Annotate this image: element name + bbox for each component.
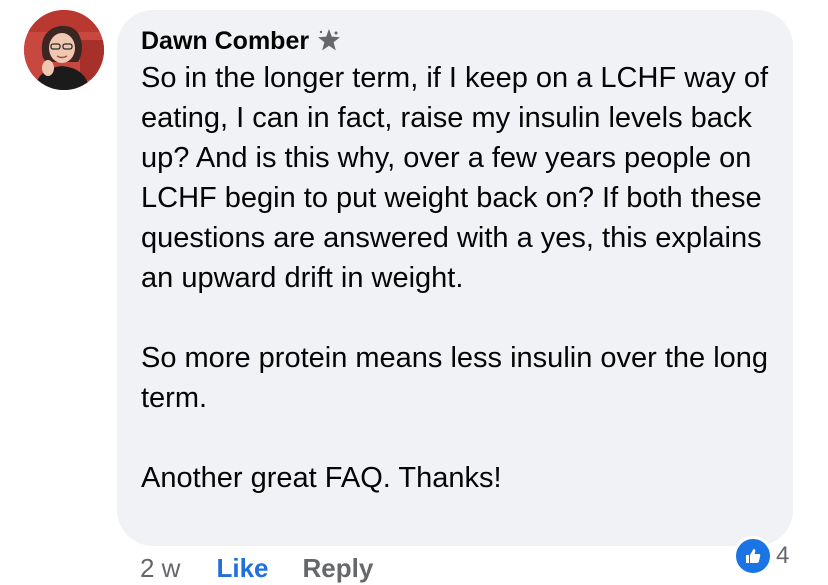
comment-bubble: Dawn Comber So in the longer term, if I …	[117, 10, 793, 546]
reply-button[interactable]: Reply	[303, 553, 374, 584]
like-button[interactable]: Like	[216, 553, 268, 584]
comment-actions: 2 w Like Reply	[140, 552, 373, 584]
avatar[interactable]	[24, 10, 104, 90]
comment-header: Dawn Comber	[141, 26, 342, 56]
reaction-summary[interactable]: 4	[733, 536, 790, 576]
author-name[interactable]: Dawn Comber	[141, 27, 309, 56]
comment-paragraph: Another great FAQ. Thanks!	[141, 462, 502, 494]
thumbs-up-icon	[733, 536, 773, 576]
reaction-count: 4	[776, 542, 790, 569]
comment-body: So in the longer term, if I keep on a LC…	[141, 58, 781, 498]
profile-photo-icon	[24, 10, 104, 90]
top-fan-star-icon[interactable]	[316, 28, 342, 54]
timestamp[interactable]: 2 w	[140, 553, 180, 584]
comment-paragraph: So more protein means less insulin over …	[141, 342, 769, 414]
comment-paragraph: So in the longer term, if I keep on a LC…	[141, 62, 769, 294]
